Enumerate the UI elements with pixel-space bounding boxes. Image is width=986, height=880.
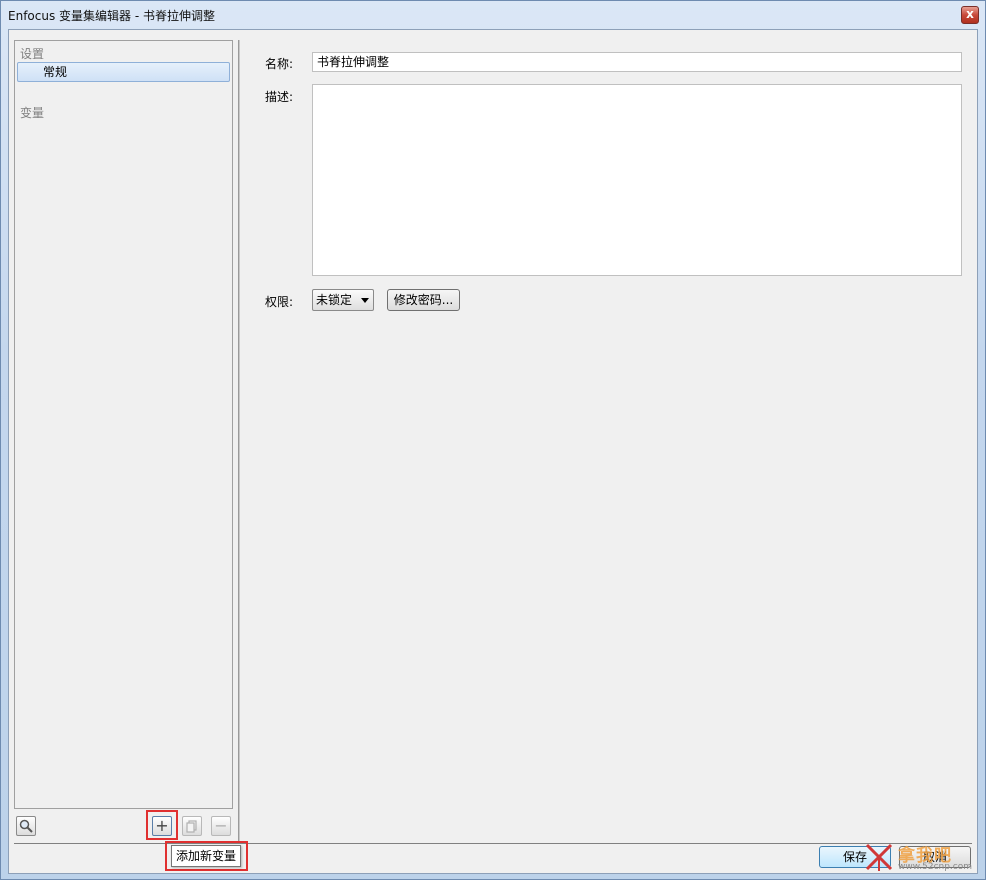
variables-section-label: 变量	[20, 106, 45, 120]
chevron-down-icon	[361, 298, 369, 303]
remove-variable-button[interactable]: −	[211, 816, 231, 836]
search-button[interactable]	[16, 816, 36, 836]
panel-splitter[interactable]	[238, 40, 240, 843]
site-watermark: 拿我吧 www.52cnp.com	[864, 841, 979, 875]
dialog-client-area: 设置 常规 变量 + − 名称: 书脊拉伸调整 描述: 权限: 未锁定 修改密码…	[8, 29, 978, 874]
editor-window: Enfocus 变量集编辑器 - 书脊拉伸调整 x 设置 常规 变量 + − 名…	[0, 0, 986, 880]
permission-label: 权限:	[265, 295, 294, 309]
nav-item-general[interactable]: 常规	[17, 62, 230, 82]
title-bar[interactable]: Enfocus 变量集编辑器 - 书脊拉伸调整 x	[1, 1, 985, 29]
footer-divider	[14, 843, 972, 844]
watermark-logo-icon	[865, 843, 893, 871]
change-password-button[interactable]: 修改密码...	[387, 289, 460, 311]
duplicate-icon	[186, 820, 197, 833]
settings-section-label: 设置	[20, 47, 45, 61]
name-label: 名称:	[265, 57, 294, 71]
description-label: 描述:	[265, 90, 294, 104]
duplicate-variable-button[interactable]	[182, 816, 202, 836]
name-input[interactable]: 书脊拉伸调整	[312, 52, 962, 72]
navigation-panel: 设置 常规 变量	[14, 40, 233, 809]
close-button[interactable]: x	[961, 6, 979, 24]
watermark-url: www.52cnp.com	[898, 862, 973, 872]
add-variable-button[interactable]: +	[152, 816, 172, 836]
permission-selected-value: 未锁定	[316, 293, 353, 307]
window-title: Enfocus 变量集编辑器 - 书脊拉伸调整	[8, 9, 215, 23]
add-variable-tooltip: 添加新变量	[171, 845, 241, 867]
permission-select[interactable]: 未锁定	[312, 289, 374, 311]
description-textarea[interactable]	[312, 84, 962, 276]
magnifier-icon	[19, 819, 33, 833]
